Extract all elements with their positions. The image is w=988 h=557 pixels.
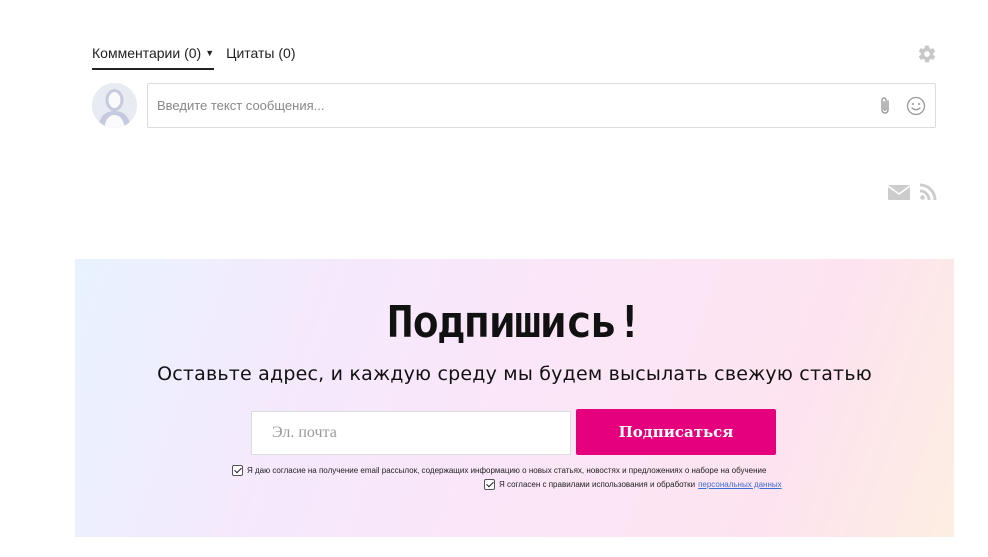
email-input[interactable] <box>251 411 571 455</box>
consent-newsletter-checkbox[interactable] <box>232 465 243 476</box>
consent-newsletter: Я даю согласие на получение email рассыл… <box>232 465 766 476</box>
comment-input[interactable] <box>157 84 857 127</box>
consent-personal-data: Я согласен с правилами использования и о… <box>484 479 782 490</box>
caret-down-icon: ▼ <box>205 48 215 58</box>
rss-icon[interactable] <box>920 183 937 200</box>
tab-quotes[interactable]: Цитаты (0) <box>226 42 295 70</box>
tab-comments-label: Комментарии (0) <box>92 45 202 61</box>
subscribe-button[interactable]: Подписаться <box>576 409 776 455</box>
paperclip-icon[interactable] <box>877 96 893 116</box>
personal-data-link[interactable]: персональных данных <box>698 480 782 489</box>
avatar <box>92 83 137 128</box>
tab-comments[interactable]: Комментарии (0) ▼ <box>92 42 215 70</box>
tab-quotes-label: Цитаты (0) <box>226 45 296 61</box>
gear-icon[interactable] <box>917 44 937 64</box>
comment-tabs: Комментарии (0) ▼ Цитаты (0) <box>92 42 296 70</box>
consent-newsletter-label: Я даю согласие на получение email рассыл… <box>247 466 767 475</box>
comment-box <box>147 83 936 128</box>
consent-personal-data-checkbox[interactable] <box>484 479 495 490</box>
subscribe-banner: Подпишись! Оставьте адрес, и каждую сред… <box>75 259 954 537</box>
consent-personal-data-label: Я согласен с правилами использования и о… <box>499 480 696 489</box>
banner-subtitle: Оставьте адрес, и каждую среду мы будем … <box>157 363 872 385</box>
banner-title: Подпишись! <box>387 297 643 348</box>
smile-icon[interactable] <box>906 96 926 116</box>
mail-icon[interactable] <box>888 185 910 200</box>
